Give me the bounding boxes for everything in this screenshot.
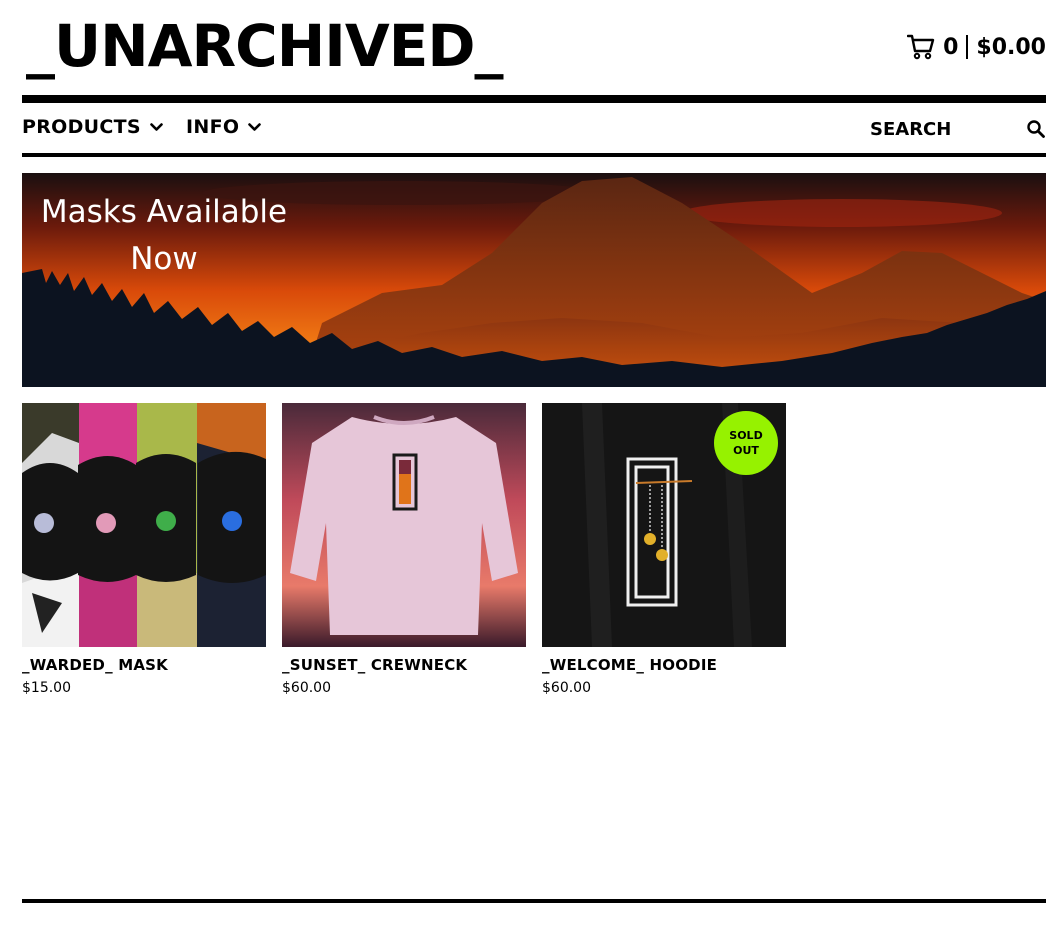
header-divider	[22, 95, 1046, 103]
nav-divider	[22, 153, 1046, 157]
search-icon[interactable]	[1026, 119, 1046, 139]
sold-out-badge: SOLD OUT	[714, 411, 778, 475]
product-name: _WELCOME_ HOODIE	[542, 656, 718, 674]
promo-banner[interactable]: Masks Available Now	[22, 173, 1046, 387]
cart-count: 0	[943, 34, 959, 60]
nav-products-dropdown[interactable]: PRODUCTS	[22, 116, 163, 138]
banner-line-2: Now	[130, 241, 198, 277]
product-price: $15.00	[22, 680, 71, 696]
search-input[interactable]	[870, 115, 1020, 143]
chevron-down-icon	[150, 122, 163, 131]
nav-products-label: PRODUCTS	[22, 116, 141, 138]
chevron-down-icon	[248, 122, 262, 131]
product-name: _WARDED_ MASK	[22, 656, 168, 674]
footer-divider	[22, 899, 1046, 903]
product-card[interactable]: SOLD OUT _WELCOME_ HOODIE $60.00	[542, 403, 786, 696]
nav-info-label: INFO	[186, 116, 240, 138]
product-price: $60.00	[282, 680, 331, 696]
cart-total: $0.00	[976, 34, 1046, 60]
product-price: $60.00	[542, 680, 591, 696]
site-logo[interactable]: _UNARCHIVED_	[26, 14, 504, 78]
cart-icon	[907, 34, 935, 60]
product-image	[22, 403, 266, 647]
product-name: _SUNSET_ CREWNECK	[282, 656, 468, 674]
nav-info-dropdown[interactable]: INFO	[186, 116, 262, 138]
product-card[interactable]: _SUNSET_ CREWNECK $60.00	[282, 403, 526, 696]
sold-out-line-2: OUT	[733, 444, 759, 457]
main-nav: PRODUCTS INFO	[22, 103, 1046, 154]
product-image: SOLD OUT	[542, 403, 786, 647]
site-header: _UNARCHIVED_ 0 $0.00	[22, 0, 1046, 96]
product-image	[282, 403, 526, 647]
banner-line-1: Masks Available	[40, 194, 288, 230]
cart-link[interactable]: 0 $0.00	[907, 32, 1046, 62]
sold-out-line-1: SOLD	[729, 429, 763, 442]
search-form	[870, 115, 1046, 143]
banner-headline: Masks Available Now	[34, 189, 294, 283]
product-card[interactable]: _WARDED_ MASK $15.00	[22, 403, 266, 696]
cart-divider	[966, 35, 969, 59]
